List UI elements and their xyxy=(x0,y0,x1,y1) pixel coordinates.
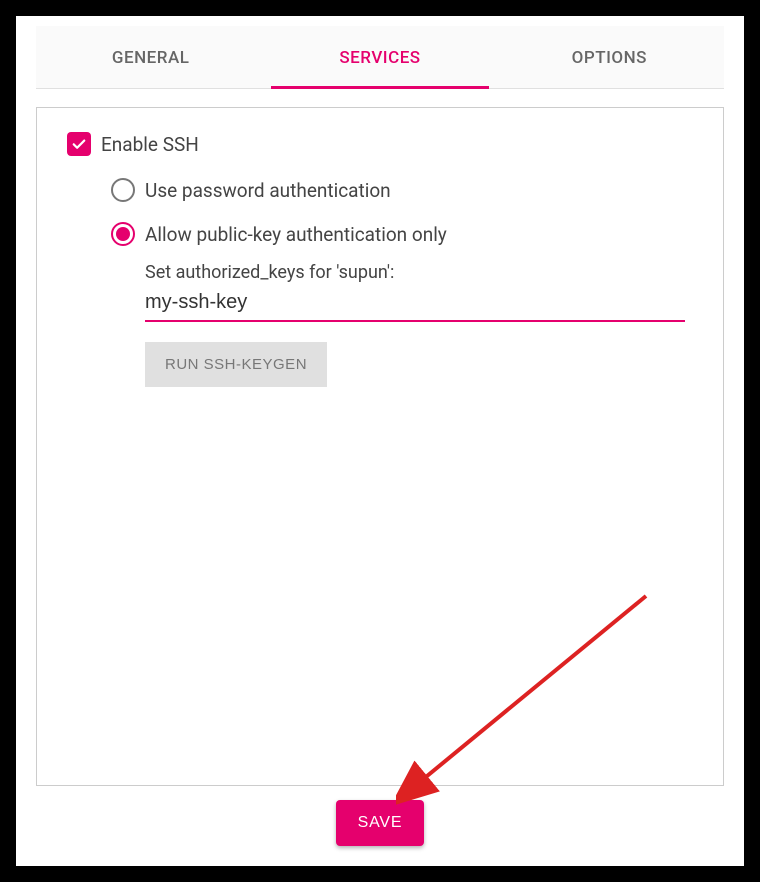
password-auth-row: Use password authentication xyxy=(111,178,693,202)
save-button[interactable]: SAVE xyxy=(336,800,425,846)
tab-services-label: SERVICES xyxy=(339,48,420,68)
password-auth-radio[interactable] xyxy=(111,178,135,202)
tab-general[interactable]: GENERAL xyxy=(36,26,265,88)
enable-ssh-row: Enable SSH xyxy=(67,132,693,156)
authorized-keys-group: Set authorized_keys for 'supun': RUN SSH… xyxy=(145,262,693,387)
services-panel: Enable SSH Use password authentication A… xyxy=(36,107,724,786)
password-auth-label: Use password authentication xyxy=(145,179,391,202)
tab-options[interactable]: OPTIONS xyxy=(495,26,724,88)
tab-services[interactable]: SERVICES xyxy=(265,26,494,88)
run-ssh-keygen-button[interactable]: RUN SSH-KEYGEN xyxy=(145,342,327,387)
pubkey-auth-row: Allow public-key authentication only xyxy=(111,222,693,246)
authorized-keys-input[interactable] xyxy=(145,287,685,322)
authorized-keys-label: Set authorized_keys for 'supun': xyxy=(145,262,693,283)
checkmark-icon xyxy=(70,135,88,153)
tabs-bar: GENERAL SERVICES OPTIONS xyxy=(36,26,724,89)
run-ssh-keygen-label: RUN SSH-KEYGEN xyxy=(165,356,307,373)
tab-options-label: OPTIONS xyxy=(572,48,647,68)
pubkey-auth-label: Allow public-key authentication only xyxy=(145,223,447,246)
save-button-label: SAVE xyxy=(358,814,403,831)
enable-ssh-checkbox[interactable] xyxy=(67,132,91,156)
tab-general-label: GENERAL xyxy=(112,48,190,68)
auth-mode-group: Use password authentication Allow public… xyxy=(111,178,693,266)
pubkey-auth-radio[interactable] xyxy=(111,222,135,246)
save-button-wrap: SAVE xyxy=(36,800,724,846)
enable-ssh-label: Enable SSH xyxy=(101,133,199,156)
